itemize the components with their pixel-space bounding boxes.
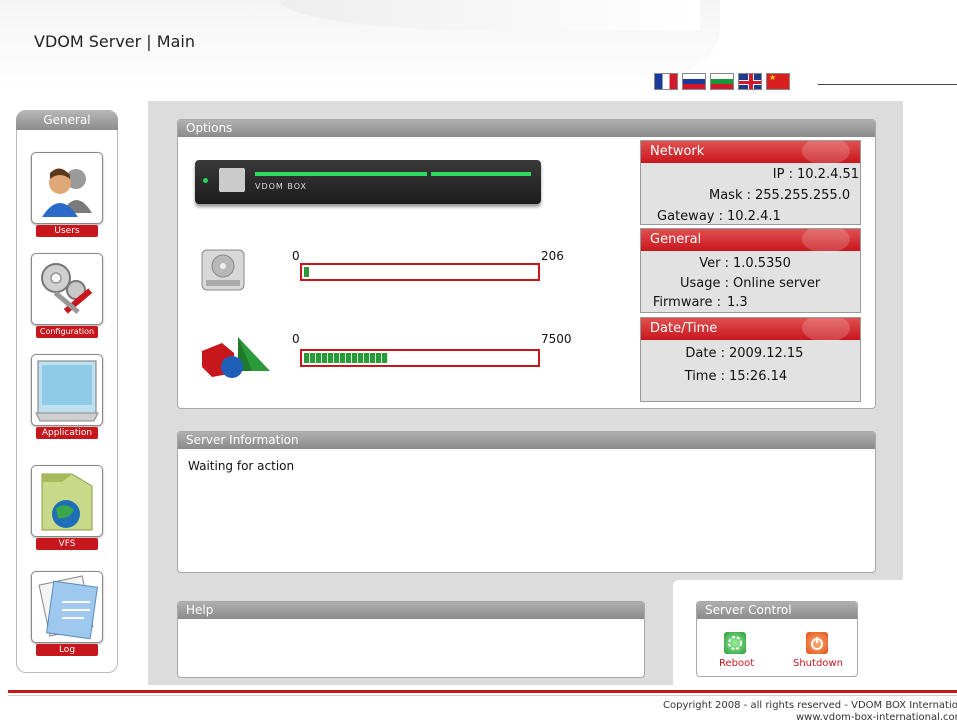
server-control-title: Server Control (697, 602, 857, 619)
log-icon (38, 575, 98, 640)
firmware-value: 1.3 (727, 295, 748, 310)
objects-icon (202, 337, 270, 378)
help-title: Help (178, 602, 644, 619)
reboot-button[interactable]: Reboot (719, 658, 754, 669)
footer-divider-thin (8, 695, 957, 696)
network-title: Network (641, 141, 860, 165)
device-brand: VDOM BOX (255, 182, 307, 191)
sidebar-item-application-label[interactable]: Application (36, 427, 98, 439)
footer-copyright: Copyright 2008 - all rights reserved - V… (663, 700, 957, 711)
gateway-value: 10.2.4.1 (727, 209, 781, 224)
language-selector (654, 73, 790, 90)
date-value: 2009.12.15 (729, 346, 804, 361)
help-panel: Help (177, 601, 645, 678)
server-information-panel: Server Information Waiting for action (177, 431, 876, 573)
flag-chinese-icon[interactable] (766, 73, 790, 90)
objects-usage-fill (304, 353, 388, 363)
objects-gauge-max: 7500 (541, 332, 572, 346)
device-logo-icon (219, 168, 245, 192)
usage-label: Usage : (679, 276, 729, 291)
sidebar-item-configuration[interactable] (31, 253, 103, 325)
configuration-icon (41, 263, 93, 314)
sidebar-item-log-label[interactable]: Log (36, 644, 98, 656)
objects-usage-gauge (300, 349, 540, 367)
date-label: Date : (685, 346, 725, 361)
ip-label: IP : (772, 167, 793, 182)
flag-english-icon[interactable] (738, 73, 762, 90)
application-icon (35, 360, 99, 422)
reboot-icon[interactable] (724, 632, 746, 654)
sidebar-tab-general[interactable]: General (16, 110, 118, 130)
mask-value: 255.255.255.0 (755, 188, 851, 203)
general-title: General (641, 229, 860, 253)
server-information-title: Server Information (178, 432, 875, 449)
server-information-message: Waiting for action (188, 459, 295, 473)
disk-gauge-max: 206 (541, 249, 564, 263)
sidebar-item-users[interactable] (31, 152, 103, 224)
sidebar-item-vfs-label[interactable]: VFS (36, 538, 98, 550)
datetime-panel: Date/Time Date : 2009.12.15 Time : 15:26… (640, 317, 861, 402)
power-led-icon (203, 178, 208, 183)
hard-disk-icon (201, 249, 245, 291)
page-title: VDOM Server | Main (34, 32, 195, 51)
footer-website-link[interactable]: www.vdom-box-international.com (796, 712, 957, 723)
time-label: Time : (684, 369, 725, 384)
server-control-panel: Server Control Reboot Shutdown (696, 601, 858, 677)
firmware-label: Firmware : (652, 295, 721, 310)
flag-bulgarian-icon[interactable] (710, 73, 734, 90)
shutdown-icon[interactable] (806, 632, 828, 654)
ip-value: 10.2.4.51 (797, 167, 860, 182)
network-panel: Network IP : 10.2.4.51 Mask : 255.255.25… (640, 140, 861, 225)
usage-value: Online server (733, 276, 821, 291)
sidebar-item-users-label[interactable]: Users (36, 225, 98, 237)
users-icon (42, 168, 92, 217)
time-value: 15:26.14 (729, 369, 788, 384)
objects-gauge-min: 0 (292, 332, 300, 346)
flag-french-icon[interactable] (654, 73, 678, 90)
mask-label: Mask : (709, 188, 751, 203)
disk-usage-fill (304, 267, 309, 277)
sidebar-item-configuration-label[interactable]: Configuration (36, 326, 98, 338)
shutdown-button[interactable]: Shutdown (793, 658, 843, 669)
device-light-bar (431, 172, 531, 176)
sidebar-item-application[interactable] (31, 354, 103, 426)
sidebar-item-log[interactable] (31, 571, 103, 643)
flag-russian-icon[interactable] (682, 73, 706, 90)
version-label: Ver : (699, 256, 729, 271)
datetime-title: Date/Time (641, 318, 860, 342)
vfs-icon (41, 473, 93, 531)
options-title: Options (178, 120, 875, 137)
gateway-label: Gateway : (657, 209, 723, 224)
device-light-bar (255, 172, 427, 176)
disk-usage-gauge (300, 263, 540, 281)
general-panel: General Ver : 1.0.5350 Usage : Online se… (640, 228, 861, 313)
disk-gauge-min: 0 (292, 249, 300, 263)
version-value: 1.0.5350 (733, 256, 791, 271)
header-divider (818, 84, 957, 85)
footer-divider (8, 690, 957, 693)
device-image: VDOM BOX (195, 160, 541, 204)
sidebar-item-vfs[interactable] (31, 465, 103, 537)
